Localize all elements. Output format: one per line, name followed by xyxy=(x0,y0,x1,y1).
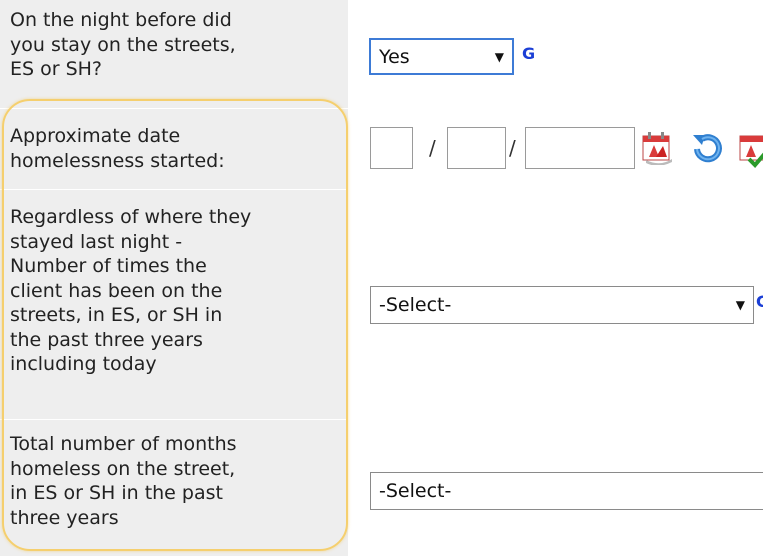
g-link[interactable]: G xyxy=(522,44,535,63)
refresh-icon[interactable] xyxy=(690,129,726,167)
dropdown-arrow-icon: ▼ xyxy=(494,49,504,64)
dropdown-arrow-icon: ▼ xyxy=(735,298,745,312)
label-date-homelessness: Approximate date homelessness started: xyxy=(10,124,340,173)
calendar-check-icon-clip xyxy=(737,129,763,169)
label-line: Number of times the xyxy=(10,255,207,277)
label-times-homeless: Regardless of where they stayed last nig… xyxy=(10,205,340,377)
g-link-partial[interactable]: G xyxy=(756,292,763,314)
times-homeless-select[interactable]: -Select- ▼ xyxy=(370,286,754,324)
label-line: streets, in ES, or SH in xyxy=(10,304,223,326)
label-months-homeless: Total number of months homeless on the s… xyxy=(10,432,340,530)
label-line: client has been on the xyxy=(10,279,223,302)
label-line: you stay on the streets, xyxy=(10,33,236,56)
select-value: Yes xyxy=(379,45,410,68)
stayed-streets-select[interactable]: Yes ▼ xyxy=(369,38,514,75)
label-line: On the night before did xyxy=(10,9,232,31)
select-value: -Select- xyxy=(379,294,452,316)
label-line: the past three years xyxy=(10,328,203,351)
calendar-check-icon[interactable] xyxy=(737,129,763,169)
label-line: including today xyxy=(10,353,157,375)
date-separator: / xyxy=(429,136,436,160)
label-line: in ES or SH in the past xyxy=(10,482,223,504)
date-day-input[interactable] xyxy=(447,127,506,169)
label-line: Total number of months xyxy=(10,433,237,455)
label-night-before: On the night before did you stay on the … xyxy=(10,8,340,82)
row-divider xyxy=(0,108,348,109)
calendar-icon[interactable] xyxy=(640,129,674,165)
label-line: homelessness started: xyxy=(10,149,225,172)
months-homeless-select[interactable]: -Select- xyxy=(370,472,763,510)
label-line: ES or SH? xyxy=(10,58,103,80)
date-year-input[interactable] xyxy=(525,127,635,169)
row-divider xyxy=(0,189,348,190)
label-line: Approximate date xyxy=(10,125,181,147)
label-line: three years xyxy=(10,506,119,529)
select-value: -Select- xyxy=(379,480,452,502)
label-line: homeless on the street, xyxy=(10,457,236,480)
date-month-input[interactable] xyxy=(370,127,413,169)
label-line: stayed last night - xyxy=(10,230,183,253)
label-line: Regardless of where they xyxy=(10,206,252,228)
date-separator: / xyxy=(509,136,516,160)
row-divider xyxy=(0,419,348,420)
